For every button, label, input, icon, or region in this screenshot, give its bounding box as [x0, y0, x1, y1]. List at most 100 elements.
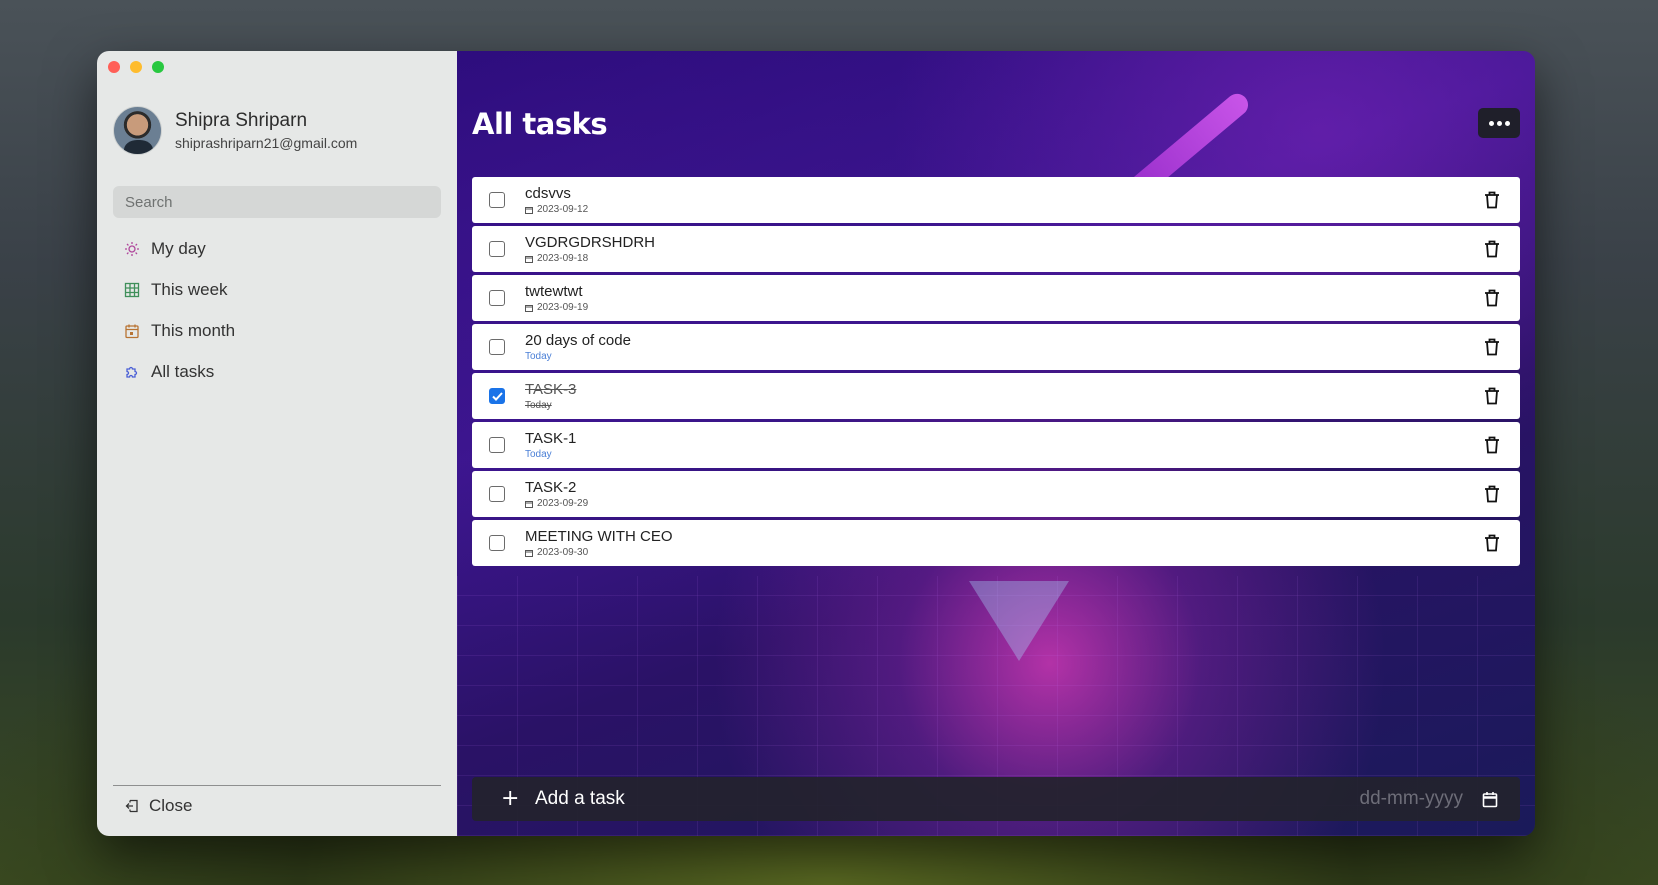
page-title: All tasks — [472, 107, 608, 141]
task-date: 2023-09-12 — [525, 204, 1484, 215]
task-content: VGDRGDRSHDRH 2023-09-18 — [525, 234, 1484, 264]
task-title: TASK-3 — [525, 381, 577, 398]
task-item[interactable]: TASK-1 Today — [472, 422, 1520, 468]
task-content: MEETING WITH CEO 2023-09-30 — [525, 528, 1484, 558]
task-content: TASK-2 2023-09-29 — [525, 479, 1484, 509]
task-checkbox[interactable] — [489, 437, 505, 453]
background-triangle — [969, 581, 1069, 661]
task-checkbox[interactable] — [489, 388, 505, 404]
calendar-small-icon — [525, 206, 533, 214]
task-date: 2023-09-29 — [525, 498, 1484, 509]
task-date: Today — [525, 449, 1484, 460]
task-title: TASK-1 — [525, 430, 577, 447]
sidebar-nav: My day This week This month All tasks — [113, 228, 441, 392]
task-title: 20 days of code — [525, 332, 631, 349]
task-date: Today — [525, 351, 1484, 362]
task-item[interactable]: MEETING WITH CEO 2023-09-30 — [472, 520, 1520, 566]
task-checkbox[interactable] — [489, 535, 505, 551]
sidebar-item-label: My day — [151, 238, 206, 258]
task-checkbox[interactable] — [489, 290, 505, 306]
task-content: cdsvvs 2023-09-12 — [525, 185, 1484, 215]
window-minimize-button[interactable] — [130, 61, 142, 73]
delete-task-icon[interactable] — [1484, 387, 1500, 405]
sidebar-item-this-week[interactable]: This week — [113, 269, 441, 310]
task-checkbox[interactable] — [489, 241, 505, 257]
delete-task-icon[interactable] — [1484, 338, 1500, 356]
task-date-label: Today — [525, 449, 552, 460]
user-profile: Shipra Shriparn shiprashriparn21@gmail.c… — [113, 106, 441, 155]
add-task-input[interactable] — [535, 788, 1360, 810]
sun-icon — [124, 241, 140, 257]
calendar-small-icon — [525, 304, 533, 312]
more-options-button[interactable] — [1478, 108, 1520, 138]
task-item[interactable]: VGDRGDRSHDRH 2023-09-18 — [472, 226, 1520, 272]
task-item[interactable]: 20 days of code Today — [472, 324, 1520, 370]
sidebar-item-label: This week — [151, 279, 228, 299]
exit-icon — [124, 798, 140, 814]
sidebar-item-label: This month — [151, 320, 236, 340]
date-picker-icon[interactable] — [1482, 791, 1498, 808]
task-date-label: Today — [525, 351, 552, 362]
window-close-button[interactable] — [108, 61, 120, 73]
sidebar-item-my-day[interactable]: My day — [113, 228, 441, 269]
main-panel: All tasks cdsvvs 2023-09-12 VGDRGDRSHDRH… — [457, 51, 1535, 836]
sidebar: Shipra Shriparn shiprashriparn21@gmail.c… — [97, 51, 457, 836]
task-checkbox[interactable] — [489, 192, 505, 208]
avatar — [113, 106, 162, 155]
calendar-small-icon — [525, 549, 533, 557]
window-controls — [108, 61, 164, 73]
task-content: twtewtwt 2023-09-19 — [525, 283, 1484, 313]
delete-task-icon[interactable] — [1484, 485, 1500, 503]
profile-email: shiprashriparn21@gmail.com — [175, 135, 358, 151]
task-title: twtewtwt — [525, 283, 583, 300]
sidebar-item-all-tasks[interactable]: All tasks — [113, 351, 441, 392]
task-date-label: Today — [525, 400, 552, 411]
task-date-label: 2023-09-18 — [537, 253, 589, 264]
ellipsis-icon — [1488, 120, 1494, 126]
grid-icon — [124, 282, 140, 298]
app-window: Shipra Shriparn shiprashriparn21@gmail.c… — [97, 51, 1535, 836]
task-title: VGDRGDRSHDRH — [525, 234, 656, 251]
task-content: TASK-3 Today — [525, 381, 1484, 411]
sidebar-footer: Close — [113, 785, 441, 818]
task-item[interactable]: twtewtwt 2023-09-19 — [472, 275, 1520, 321]
task-item[interactable]: TASK-2 2023-09-29 — [472, 471, 1520, 517]
window-maximize-button[interactable] — [152, 61, 164, 73]
sidebar-item-label: All tasks — [151, 361, 215, 381]
profile-name: Shipra Shriparn — [175, 110, 308, 131]
task-date: Today — [525, 400, 1484, 411]
task-date: 2023-09-19 — [525, 302, 1484, 313]
puzzle-icon — [124, 364, 140, 380]
task-title: MEETING WITH CEO — [525, 528, 673, 545]
delete-task-icon[interactable] — [1484, 289, 1500, 307]
calendar-small-icon — [525, 500, 533, 508]
plus-icon[interactable]: + — [501, 788, 519, 810]
search-input[interactable] — [113, 186, 441, 218]
task-content: 20 days of code Today — [525, 332, 1484, 362]
delete-task-icon[interactable] — [1484, 436, 1500, 454]
task-checkbox[interactable] — [489, 339, 505, 355]
delete-task-icon[interactable] — [1484, 534, 1500, 552]
delete-task-icon[interactable] — [1484, 240, 1500, 258]
add-task-bar: + dd-mm-yyyy — [472, 777, 1520, 821]
task-date-label: 2023-09-12 — [537, 204, 589, 215]
due-date-field[interactable]: dd-mm-yyyy — [1360, 788, 1463, 810]
task-date-label: 2023-09-30 — [537, 547, 589, 558]
task-date-label: 2023-09-19 — [537, 302, 589, 313]
task-date-label: 2023-09-29 — [537, 498, 589, 509]
task-checkbox[interactable] — [489, 486, 505, 502]
calendar-icon — [124, 323, 140, 339]
calendar-small-icon — [525, 255, 533, 263]
task-date: 2023-09-18 — [525, 253, 1484, 264]
task-title: cdsvvs — [525, 185, 571, 202]
task-title: TASK-2 — [525, 479, 577, 496]
task-item[interactable]: TASK-3 Today — [472, 373, 1520, 419]
task-list: cdsvvs 2023-09-12 VGDRGDRSHDRH 2023-09-1… — [472, 177, 1520, 566]
delete-task-icon[interactable] — [1484, 191, 1500, 209]
task-content: TASK-1 Today — [525, 430, 1484, 460]
task-date: 2023-09-30 — [525, 547, 1484, 558]
task-item[interactable]: cdsvvs 2023-09-12 — [472, 177, 1520, 223]
sidebar-item-this-month[interactable]: This month — [113, 310, 441, 351]
close-label: Close — [149, 796, 193, 815]
close-button[interactable]: Close — [113, 794, 441, 818]
